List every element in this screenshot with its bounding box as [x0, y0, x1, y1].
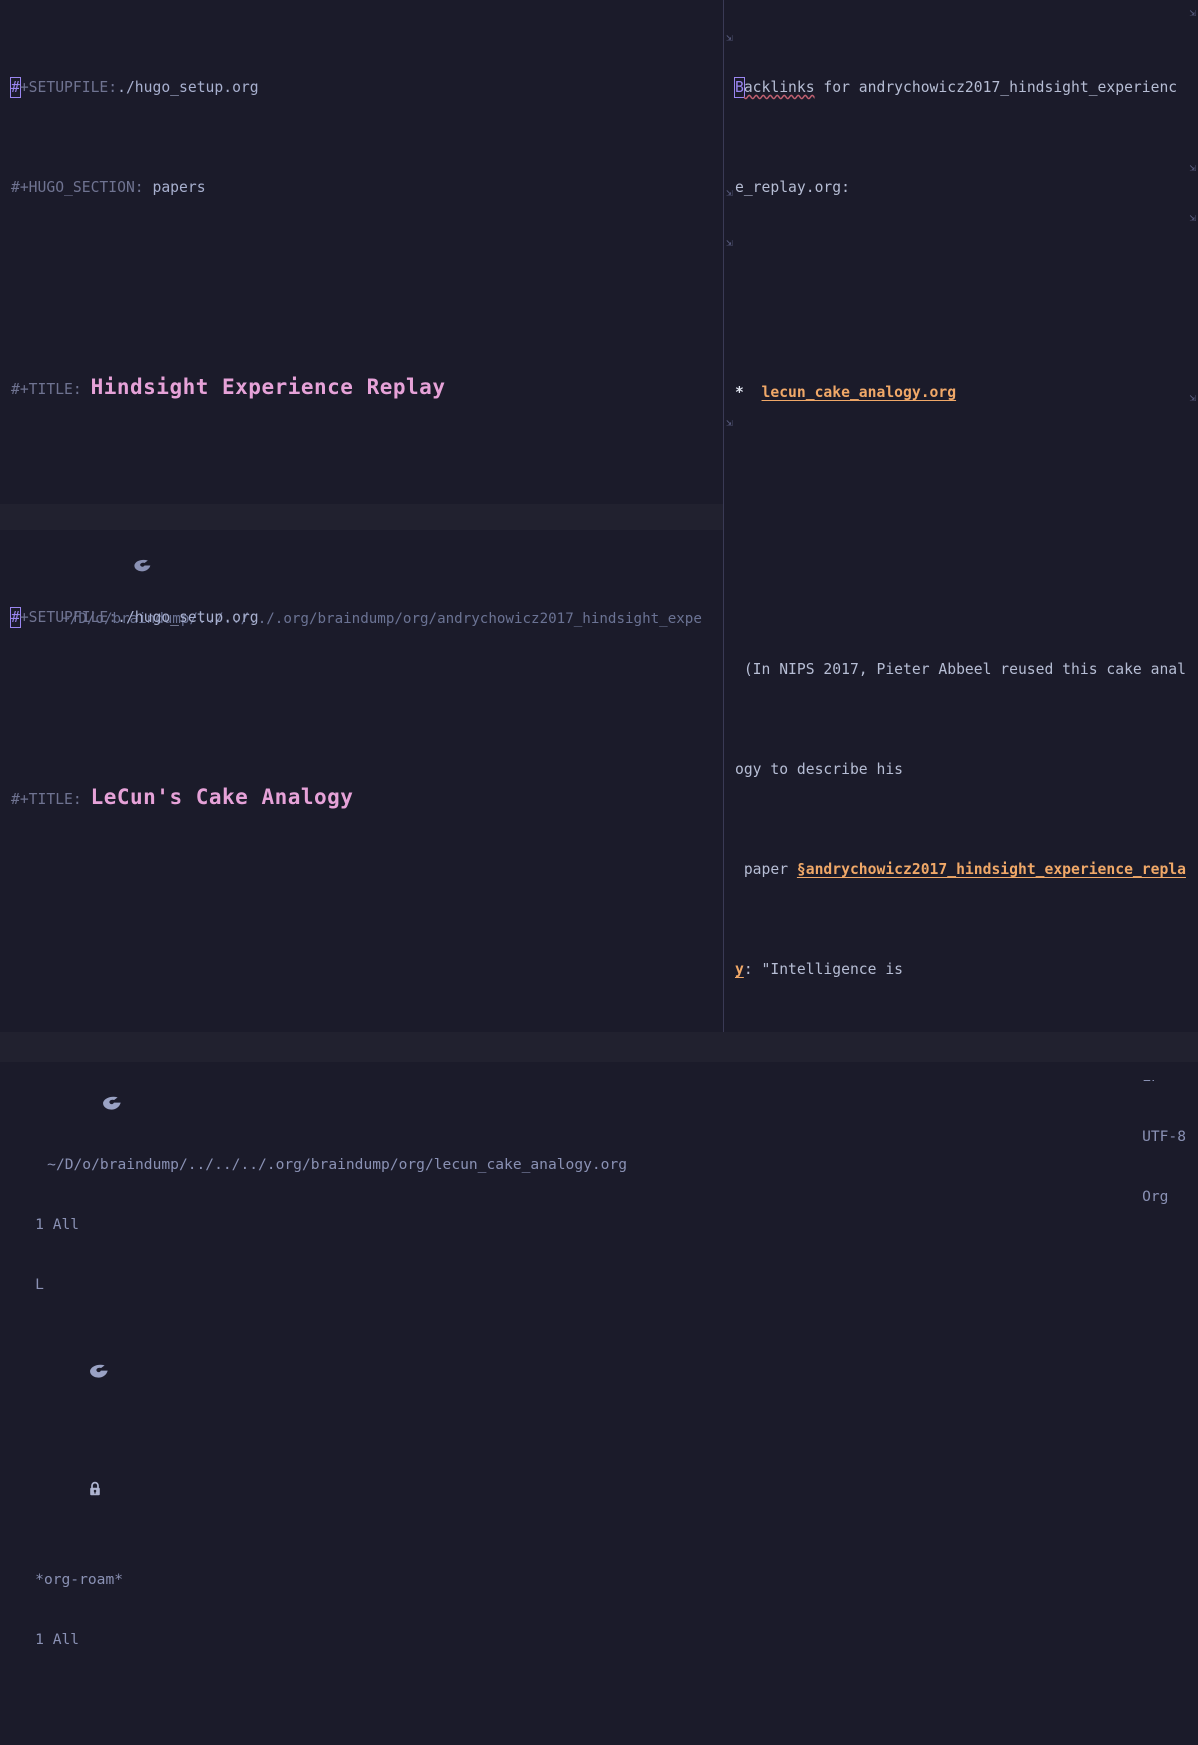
title-value: Hindsight Experience Replay	[90, 375, 446, 399]
line-setupfile: #+SETUPFILE:./hugo_setup.org	[10, 75, 723, 100]
line-title: #+TITLE: Hindsight Experience Replay	[11, 375, 723, 405]
modeline-left-position: 1 All	[35, 1216, 80, 1233]
buffer-text-andrychowicz[interactable]: #+SETUPFILE:./hugo_setup.org #+HUGO_SECT…	[0, 0, 723, 504]
roam-ref-link[interactable]: §andrychowicz2017_hindsight_experience_r…	[797, 861, 1186, 878]
misspelled-word: acklinks	[743, 79, 815, 96]
roam-file-link[interactable]: lecun_cake_analogy.org	[762, 384, 957, 401]
continuation-text: ogy to describe his	[735, 761, 904, 778]
window-andrychowicz-buffer[interactable]: #+SETUPFILE:./hugo_setup.org #+HUGO_SECT…	[0, 0, 723, 504]
line-title: #+TITLE: LeCun's Cake Analogy	[11, 785, 723, 817]
line-setupfile: #+SETUPFILE:./hugo_setup.org	[10, 605, 723, 630]
line-hugo-section: #+HUGO_SECTION: papers	[11, 175, 723, 200]
modeline-left-flag: L	[35, 1276, 44, 1293]
modeline-right-position: 1 All	[35, 1631, 80, 1648]
continuation-text: e_replay.org:	[735, 179, 850, 196]
hugo-section-key: #+HUGO_SECTION:	[11, 179, 144, 196]
emacs-icon	[35, 1330, 108, 1378]
wrap-continuation-icon: ⇲	[726, 186, 733, 199]
emacs-frame: #+SETUPFILE:./hugo_setup.org #+HUGO_SECT…	[0, 0, 1198, 1648]
wrap-arrow-icon: ⇲	[1189, 6, 1196, 19]
wrap-arrow-icon: ⇲	[1189, 211, 1196, 224]
modeline-right-buffer-name: *org-roam*	[35, 1571, 124, 1588]
wrap-arrow-icon: ⇲	[1189, 161, 1196, 174]
buffer-text-org-roam[interactable]: Backlinks for andrychowicz2017_hindsight…	[726, 0, 1198, 1032]
preview-text: : "Intelligence is	[743, 961, 904, 978]
title-key: #+TITLE:	[11, 791, 82, 808]
preview-continuation: ⇲ ogy to describe his	[726, 186, 1198, 782]
backlinks-header-text: for andrychowicz2017_hindsight_experienc	[814, 79, 1178, 96]
global-modeline[interactable]: ~/D/o/braindump/../../../.org/braindump/…	[0, 1032, 1198, 1648]
org-roam-pane[interactable]: Backlinks for andrychowicz2017_hindsight…	[726, 0, 1198, 1032]
preview-continuation-link: ⇲ y: "Intelligence is	[726, 236, 1198, 982]
left-pane: #+SETUPFILE:./hugo_setup.org #+HUGO_SECT…	[0, 0, 723, 1032]
line-backlinks-continuation: ⇲ e_replay.org:	[726, 31, 1198, 200]
wrap-continuation-icon: ⇲	[726, 31, 733, 44]
roam-ref-link-tail[interactable]: y	[735, 961, 744, 978]
setupfile-key: +SETUPFILE:	[19, 609, 118, 626]
title-key: #+TITLE:	[11, 381, 82, 398]
wrap-continuation-icon: ⇲	[726, 416, 733, 429]
preview-text: (In NIPS 2017, Pieter Abbeel reused this…	[743, 661, 1186, 678]
wrap-continuation-icon: ⇲	[726, 236, 733, 249]
roam-heading-lecun[interactable]: * lecun_cake_analogy.org	[735, 380, 1198, 407]
lock-icon	[35, 1448, 100, 1496]
window-lecun-buffer[interactable]: #+SETUPFILE:./hugo_setup.org #+TITLE: Le…	[0, 530, 723, 1032]
left-window-modeline[interactable]: ~/D/o/braindump/../../../.org/braindump/…	[0, 504, 723, 627]
title-value: LeCun's Cake Analogy	[90, 785, 354, 809]
buffer-text-lecun[interactable]: #+SETUPFILE:./hugo_setup.org #+TITLE: Le…	[0, 530, 723, 1032]
line-backlinks-header: Backlinks for andrychowicz2017_hindsight…	[734, 6, 1198, 100]
preview-text: paper	[743, 861, 797, 878]
setupfile-value: ./hugo_setup.org	[117, 609, 259, 626]
setupfile-value: ./hugo_setup.org	[117, 79, 259, 96]
preview-line: (In NIPS 2017, Pieter Abbeel reused this…	[735, 161, 1198, 682]
preview-line-with-link: paper §andrychowicz2017_hindsight_experi…	[735, 211, 1198, 882]
echo-area[interactable]	[0, 1062, 1198, 1080]
window-divider[interactable]	[723, 0, 724, 1032]
modeline-major-mode[interactable]: Org	[1142, 1182, 1168, 1212]
hugo-section-value: papers	[143, 179, 206, 196]
modeline-left-path: ~/D/o/braindump/../../../.org/braindump/…	[47, 1156, 628, 1173]
setupfile-key: +SETUPFILE:	[19, 79, 118, 96]
wrap-arrow-icon: ⇲	[1189, 391, 1196, 404]
modeline-encoding[interactable]: UTF-8	[1142, 1122, 1186, 1152]
heading-star: *	[735, 384, 744, 401]
